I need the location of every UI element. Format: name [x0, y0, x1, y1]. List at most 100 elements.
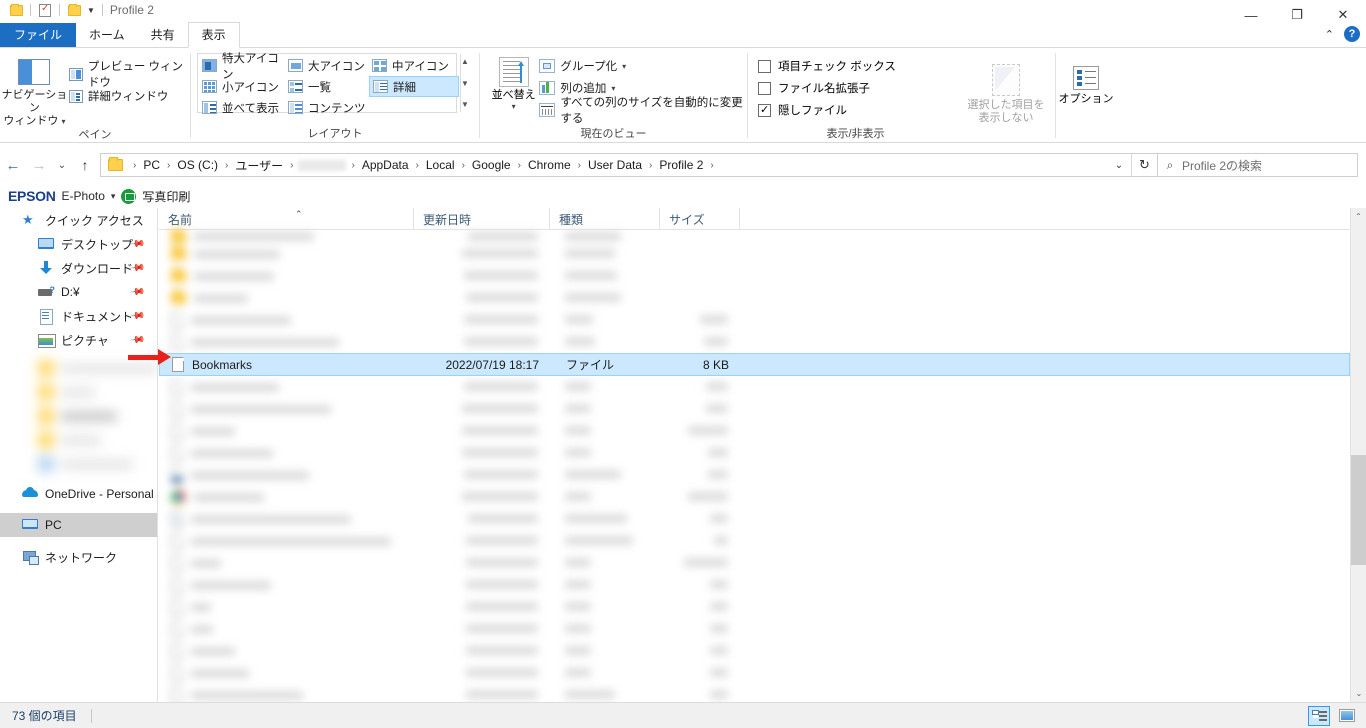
file-list-pane[interactable]: 名前 ⌃ 更新日時 種類 サイズ Bookmarks 2022/07/19 18…	[159, 208, 1350, 702]
group-by-button[interactable]: グループ化 ▾	[539, 55, 747, 77]
layout-extra-large-icons[interactable]: 特大アイコン	[199, 53, 285, 81]
recent-locations-button[interactable]: ⌄	[52, 152, 72, 178]
scroll-down-icon[interactable]: ▼	[461, 79, 469, 88]
new-folder-icon[interactable]	[64, 0, 84, 20]
file-name-extensions-option[interactable]: ファイル名拡張子	[758, 77, 896, 99]
table-row[interactable]	[159, 265, 1350, 287]
properties-icon[interactable]	[35, 0, 55, 20]
sidebar-item-redacted[interactable]	[0, 452, 157, 476]
table-row[interactable]	[159, 684, 1350, 702]
column-header-date-modified[interactable]: 更新日時	[414, 208, 550, 230]
checkbox-icon[interactable]	[758, 81, 771, 95]
hidden-items-option[interactable]: 隠しファイル	[758, 99, 896, 121]
back-button[interactable]: ←	[0, 152, 26, 178]
tab-view[interactable]: 表示	[187, 22, 240, 48]
table-row[interactable]	[159, 331, 1350, 353]
column-header-size[interactable]: サイズ	[660, 208, 740, 230]
sidebar-redacted-items[interactable]	[0, 352, 157, 476]
table-row[interactable]	[159, 508, 1350, 530]
sidebar-item-documents[interactable]: ドキュメント 📌	[0, 304, 157, 328]
redacted-rows-below[interactable]	[159, 376, 1350, 702]
breadcrumb-item-profile-2[interactable]: Profile 2	[657, 158, 705, 172]
preview-pane-button[interactable]: プレビュー ウィンドウ	[68, 61, 190, 89]
pin-icon[interactable]: 📌	[128, 332, 145, 348]
size-all-columns-button[interactable]: すべての列のサイズを自動的に変更する	[539, 97, 747, 125]
vertical-scrollbar[interactable]: ⌃ ⌄	[1350, 208, 1366, 702]
gallery-expand-icon[interactable]: ▼	[461, 100, 469, 109]
table-row[interactable]	[159, 398, 1350, 420]
sidebar-item-pc[interactable]: PC	[0, 513, 157, 537]
chevron-down-icon[interactable]: ▾	[111, 191, 116, 202]
sidebar-item-downloads[interactable]: ダウンロード 📌	[0, 256, 157, 280]
sidebar-item-drive-d[interactable]: D:¥ 📌	[0, 280, 157, 304]
table-row[interactable]	[159, 574, 1350, 596]
layout-list[interactable]: 一覧	[285, 76, 369, 97]
navigation-pane[interactable]: ★ クイック アクセス デスクトップ 📌 ダウンロード 📌 D:¥ 📌 ドキュメ…	[0, 208, 158, 702]
checkbox-icon[interactable]	[758, 103, 771, 117]
sidebar-item-desktop[interactable]: デスクトップ 📌	[0, 232, 157, 256]
breadcrumb-item-appdata[interactable]: AppData	[360, 158, 411, 172]
large-icons-view-button[interactable]	[1336, 706, 1358, 726]
details-view-button[interactable]	[1308, 705, 1330, 726]
sidebar-item-quick-access[interactable]: ★ クイック アクセス	[0, 208, 157, 232]
address-dropdown-icon[interactable]: ⌄	[1107, 154, 1131, 176]
scroll-up-icon[interactable]: ▲	[461, 57, 469, 66]
table-row[interactable]	[159, 662, 1350, 684]
pin-icon[interactable]: 📌	[128, 284, 145, 300]
checkbox-icon[interactable]	[758, 59, 771, 73]
sidebar-item-pictures[interactable]: ピクチャ 📌	[0, 328, 157, 352]
tab-file[interactable]: ファイル	[0, 23, 77, 48]
redacted-rows-above[interactable]	[159, 228, 1350, 353]
table-row[interactable]	[159, 640, 1350, 662]
sidebar-item-redacted[interactable]	[0, 404, 157, 428]
search-input[interactable]: Profile 2の検索	[1182, 157, 1262, 174]
forward-button[interactable]: →	[26, 152, 52, 178]
layout-small-icons[interactable]: 小アイコン	[199, 76, 285, 97]
up-button[interactable]: ↑	[72, 152, 98, 178]
photo-print-icon[interactable]	[121, 188, 137, 204]
table-row[interactable]	[159, 596, 1350, 618]
table-row[interactable]	[159, 287, 1350, 309]
breadcrumb-item-local[interactable]: Local	[424, 158, 457, 172]
scroll-up-icon[interactable]: ⌃	[1351, 208, 1366, 225]
table-row[interactable]	[159, 420, 1350, 442]
sort-by-button[interactable]: 並べ替え ▾	[488, 53, 539, 113]
breadcrumb-item-username-redacted[interactable]	[298, 159, 347, 171]
layout-gallery-scroll[interactable]: ▲ ▼ ▼	[460, 54, 469, 112]
layout-large-icons[interactable]: 大アイコン	[285, 55, 369, 76]
breadcrumb-item-pc[interactable]: PC	[141, 158, 162, 172]
tab-share[interactable]: 共有	[137, 23, 188, 48]
options-button[interactable]: オプション	[1056, 62, 1116, 106]
refresh-icon[interactable]: ↻	[1131, 154, 1157, 176]
table-row-selected[interactable]: Bookmarks 2022/07/19 18:17 ファイル 8 KB	[159, 353, 1350, 376]
breadcrumb-item-chrome[interactable]: Chrome	[526, 158, 573, 172]
table-row[interactable]	[159, 486, 1350, 508]
layout-details[interactable]: 詳細	[369, 76, 459, 97]
help-icon[interactable]: ?	[1344, 26, 1360, 42]
table-row[interactable]	[159, 228, 1350, 243]
sidebar-item-onedrive[interactable]: OneDrive - Personal	[0, 482, 157, 506]
column-header-name[interactable]: 名前 ⌃	[159, 208, 414, 230]
table-row[interactable]	[159, 376, 1350, 398]
chevron-up-icon[interactable]: ⌃	[1325, 28, 1334, 41]
photo-print-label[interactable]: 写真印刷	[142, 188, 190, 205]
scrollbar-thumb[interactable]	[1351, 455, 1366, 565]
sidebar-item-network[interactable]: ネットワーク	[0, 545, 157, 569]
breadcrumb-item-google[interactable]: Google	[470, 158, 513, 172]
item-check-boxes-option[interactable]: 項目チェック ボックス	[758, 55, 896, 77]
table-row[interactable]	[159, 309, 1350, 331]
column-header-type[interactable]: 種類	[550, 208, 660, 230]
navigation-pane-button[interactable]: ナビゲーション ウィンドウ ▾	[0, 53, 69, 128]
table-row[interactable]	[159, 442, 1350, 464]
hide-selected-items-button[interactable]: 選択した項目を 表示しない	[963, 60, 1049, 125]
breadcrumb[interactable]: › PC › OS (C:) › ユーザー › › AppData › Loca…	[100, 153, 1158, 177]
scroll-down-icon[interactable]: ⌄	[1351, 685, 1366, 702]
sidebar-item-redacted[interactable]	[0, 380, 157, 404]
layout-tiles[interactable]: 並べて表示	[199, 97, 285, 118]
layout-medium-icons[interactable]: 中アイコン	[369, 55, 459, 76]
table-row[interactable]	[159, 464, 1350, 486]
breadcrumb-item-os-c[interactable]: OS (C:)	[175, 158, 220, 172]
table-row[interactable]	[159, 618, 1350, 640]
search-box[interactable]: ⌕ Profile 2の検索	[1158, 153, 1358, 177]
tab-home[interactable]: ホーム	[76, 23, 138, 48]
